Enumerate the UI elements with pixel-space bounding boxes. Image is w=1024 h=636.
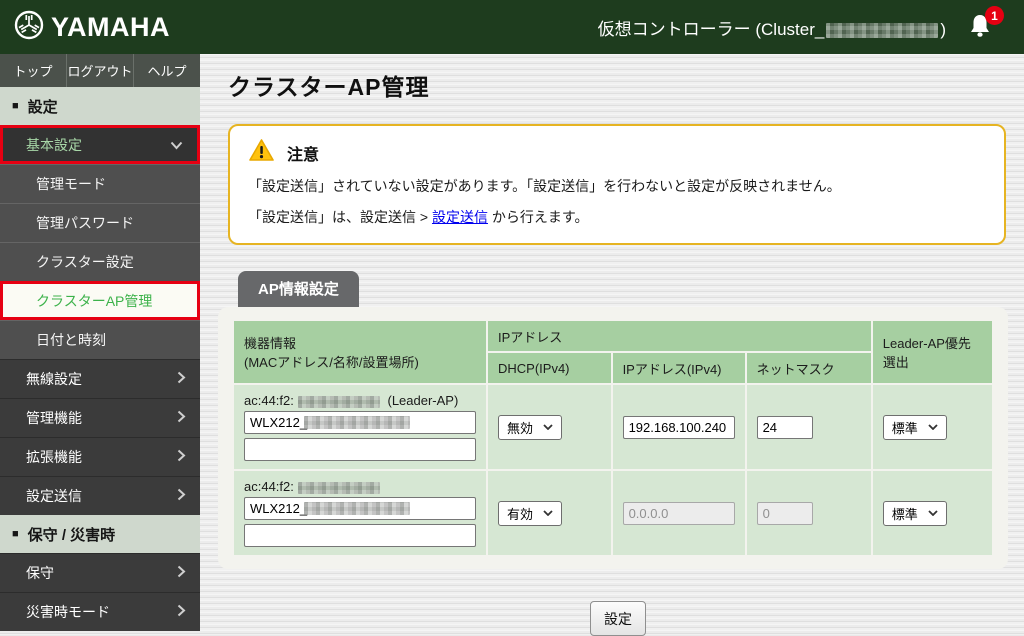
cell-device-info: ac:44:f2: <box>234 471 486 555</box>
ap-info-panel: 機器情報 (MACアドレス/名称/設置場所) IPアドレス Leader-AP優… <box>218 307 1008 569</box>
ap2-location-input[interactable] <box>244 524 476 547</box>
page-title: クラスターAP管理 <box>228 68 1024 102</box>
sidebar-section-settings: ■ 設定 <box>0 87 200 125</box>
ap2-mac-address: ac:44:f2: <box>244 479 476 494</box>
brand-name: YAMAHA <box>51 12 170 43</box>
ap2-netmask-input <box>757 502 813 525</box>
redacted-mac <box>298 482 380 494</box>
ap2-ip-input <box>623 502 735 525</box>
redacted-ap-name <box>304 502 410 515</box>
ap1-leader-select[interactable]: 標準 <box>883 415 947 440</box>
notification-badge[interactable]: 1 <box>985 6 1004 25</box>
sidebar-item-extended-functions[interactable]: 拡張機能 <box>0 437 200 476</box>
notification-bell-icon[interactable]: 1 <box>968 13 994 41</box>
select-caret-icon <box>543 424 553 430</box>
section-bullet: ■ <box>12 100 19 112</box>
tab-help[interactable]: ヘルプ <box>134 54 200 87</box>
redacted-ap-name <box>304 416 410 429</box>
notice-line-2: 「設定送信」は、設定送信 > 設定送信 から行えます。 <box>248 205 986 229</box>
ap-table: 機器情報 (MACアドレス/名称/設置場所) IPアドレス Leader-AP優… <box>232 319 994 557</box>
notice-title: 注意 <box>287 141 319 165</box>
cell-ip <box>613 385 745 469</box>
cell-netmask <box>747 471 871 555</box>
cell-device-info: ac:44:f2: (Leader-AP) <box>234 385 486 469</box>
ap1-mac-address: ac:44:f2: (Leader-AP) <box>244 393 476 408</box>
chevron-down-icon <box>170 137 183 153</box>
ap1-location-input[interactable] <box>244 438 476 461</box>
chevron-right-icon <box>177 371 186 387</box>
select-caret-icon <box>928 510 938 516</box>
sidebar-item-basic-settings[interactable]: 基本設定 <box>0 125 200 164</box>
col-header-dhcp: DHCP(IPv4) <box>488 353 611 383</box>
chevron-right-icon <box>177 449 186 465</box>
cell-leader: 標準 <box>873 471 992 555</box>
chevron-right-icon <box>177 488 186 504</box>
yamaha-logo: YAMAHA <box>14 10 170 45</box>
ap1-ip-input[interactable] <box>623 416 735 439</box>
ap2-dhcp-select[interactable]: 有効 <box>498 501 562 526</box>
table-row-ap1: ac:44:f2: (Leader-AP) 無効 <box>234 385 992 469</box>
yamaha-tuning-forks-icon <box>14 10 44 45</box>
app-header: YAMAHA 仮想コントローラー (Cluster_) 1 <box>0 0 1024 54</box>
sidebar-item-cluster-settings[interactable]: クラスター設定 <box>0 242 200 281</box>
col-header-device-info: 機器情報 (MACアドレス/名称/設置場所) <box>234 321 486 383</box>
redacted-cluster-id <box>826 23 938 38</box>
cell-dhcp: 有効 <box>488 471 611 555</box>
sidebar-item-management-mode[interactable]: 管理モード <box>0 164 200 203</box>
sidebar-item-management-functions[interactable]: 管理機能 <box>0 398 200 437</box>
tab-top[interactable]: トップ <box>0 54 67 87</box>
cell-leader: 標準 <box>873 385 992 469</box>
cell-netmask <box>747 385 871 469</box>
cell-ip <box>613 471 745 555</box>
cell-dhcp: 無効 <box>488 385 611 469</box>
config-send-link[interactable]: 設定送信 <box>432 209 488 225</box>
ap2-leader-select[interactable]: 標準 <box>883 501 947 526</box>
chevron-right-icon <box>177 565 186 581</box>
col-header-netmask: ネットマスク <box>747 353 871 383</box>
sidebar-top-tabs: トップ ログアウト ヘルプ <box>0 54 200 87</box>
controller-title: 仮想コントローラー (Cluster_) <box>598 15 946 40</box>
main-content: クラスターAP管理 注意 「設定送信」されていない設定があります。「設定送信」を… <box>200 54 1024 635</box>
sidebar-section-maintenance: ■ 保守 / 災害時 <box>0 515 200 553</box>
col-header-ip-group: IPアドレス <box>488 321 871 351</box>
sidebar-item-maintenance[interactable]: 保守 <box>0 553 200 592</box>
ap1-dhcp-select[interactable]: 無効 <box>498 415 562 440</box>
redacted-mac <box>298 396 380 408</box>
section-bullet: ■ <box>12 528 19 540</box>
sidebar-item-wireless-settings[interactable]: 無線設定 <box>0 359 200 398</box>
tab-logout[interactable]: ログアウト <box>67 54 134 87</box>
tab-ap-info-settings[interactable]: AP情報設定 <box>238 271 359 307</box>
table-row-ap2: ac:44:f2: 有効 <box>234 471 992 555</box>
col-header-ipv4: IPアドレス(IPv4) <box>613 353 745 383</box>
chevron-right-icon <box>177 604 186 620</box>
sidebar-item-disaster-mode[interactable]: 災害時モード <box>0 592 200 631</box>
select-caret-icon <box>543 510 553 516</box>
warning-triangle-icon <box>248 138 275 167</box>
notice-line-1: 「設定送信」されていない設定があります。「設定送信」を行わないと設定が反映されま… <box>248 174 986 198</box>
ap1-netmask-input[interactable] <box>757 416 813 439</box>
col-header-leader-ap: Leader-AP優先選出 <box>873 321 992 383</box>
sidebar-item-config-send[interactable]: 設定送信 <box>0 476 200 515</box>
sidebar-item-admin-password[interactable]: 管理パスワード <box>0 203 200 242</box>
sidebar-item-cluster-ap-management[interactable]: クラスターAP管理 <box>0 281 200 320</box>
submit-settings-button[interactable]: 設定 <box>590 601 646 636</box>
sidebar: トップ ログアウト ヘルプ ■ 設定 基本設定 管理モード 管理パスワード クラ… <box>0 54 200 635</box>
sidebar-item-date-time[interactable]: 日付と時刻 <box>0 320 200 359</box>
select-caret-icon <box>928 424 938 430</box>
chevron-right-icon <box>177 410 186 426</box>
notice-box: 注意 「設定送信」されていない設定があります。「設定送信」を行わないと設定が反映… <box>228 124 1006 245</box>
